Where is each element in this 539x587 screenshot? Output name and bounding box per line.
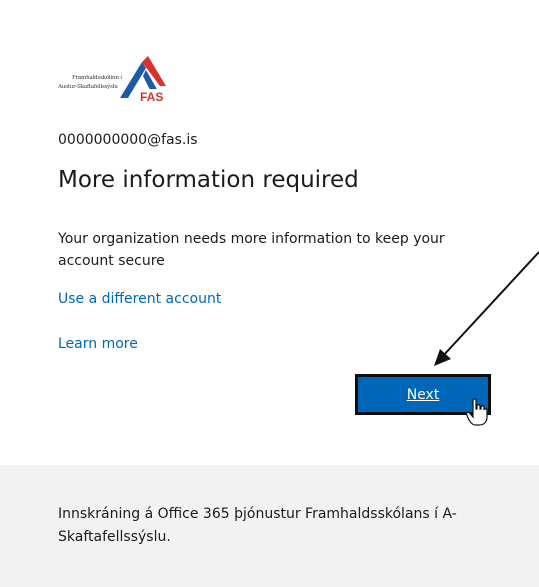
use-different-account-link[interactable]: Use a different account xyxy=(58,291,221,307)
description-text: Your organization needs more information… xyxy=(58,231,445,269)
logo-text: Framhaldsskólinn í Austur-Skaftafellssýs… xyxy=(58,74,122,92)
logo-line-1: Framhaldsskólinn í xyxy=(72,75,122,81)
account-email: 0000000000@fas.is xyxy=(58,132,198,148)
sign-in-page: Framhaldsskólinn í Austur-Skaftafellssýs… xyxy=(0,0,539,587)
footer: Innskráning á Office 365 þjónustur Framh… xyxy=(0,465,539,587)
logo-line-2: Austur-Skaftafellssýslu xyxy=(58,84,118,90)
logo-mark-icon: FAS xyxy=(120,56,168,104)
page-title: More information required xyxy=(58,167,359,193)
hand-cursor-icon xyxy=(466,398,488,426)
logo-badge-text: FAS xyxy=(140,90,163,104)
school-logo: Framhaldsskólinn í Austur-Skaftafellssýs… xyxy=(58,56,170,108)
learn-more-link[interactable]: Learn more xyxy=(58,336,138,352)
footer-text: Innskráning á Office 365 þjónustur Framh… xyxy=(58,506,457,545)
